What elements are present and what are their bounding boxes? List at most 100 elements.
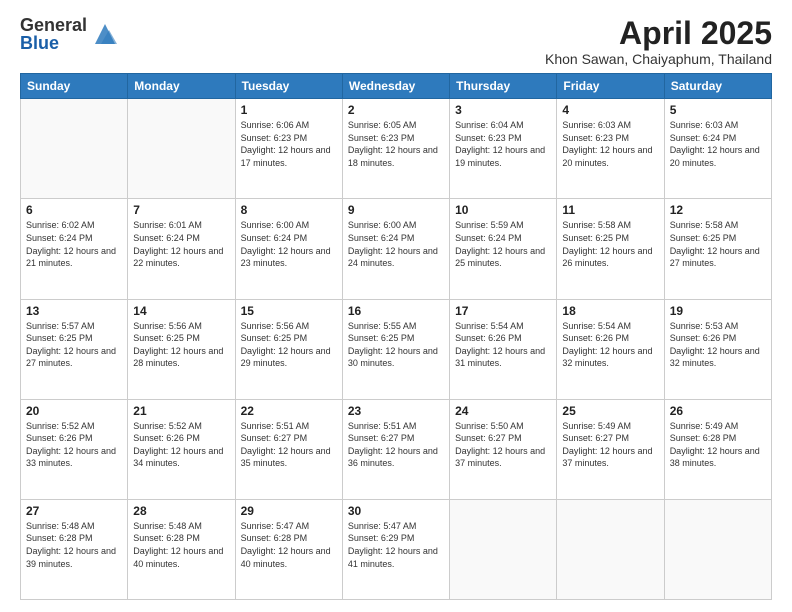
calendar-cell: 30 Sunrise: 5:47 AM Sunset: 6:29 PM Dayli… bbox=[342, 499, 449, 599]
day-number: 7 bbox=[133, 203, 229, 217]
day-info: Sunrise: 5:48 AM Sunset: 6:28 PM Dayligh… bbox=[133, 520, 229, 570]
day-info: Sunrise: 5:48 AM Sunset: 6:28 PM Dayligh… bbox=[26, 520, 122, 570]
logo-icon bbox=[91, 20, 119, 48]
calendar-cell: 28 Sunrise: 5:48 AM Sunset: 6:28 PM Dayli… bbox=[128, 499, 235, 599]
day-info: Sunrise: 5:52 AM Sunset: 6:26 PM Dayligh… bbox=[133, 420, 229, 470]
day-number: 26 bbox=[670, 404, 766, 418]
day-number: 19 bbox=[670, 304, 766, 318]
day-number: 27 bbox=[26, 504, 122, 518]
calendar-cell: 21 Sunrise: 5:52 AM Sunset: 6:26 PM Dayli… bbox=[128, 399, 235, 499]
calendar-cell bbox=[21, 99, 128, 199]
day-info: Sunrise: 5:57 AM Sunset: 6:25 PM Dayligh… bbox=[26, 320, 122, 370]
day-number: 8 bbox=[241, 203, 337, 217]
calendar-cell: 12 Sunrise: 5:58 AM Sunset: 6:25 PM Dayli… bbox=[664, 199, 771, 299]
calendar-cell: 29 Sunrise: 5:47 AM Sunset: 6:28 PM Dayli… bbox=[235, 499, 342, 599]
calendar-cell: 1Sunrise: 6:06 AM Sunset: 6:23 PM Daylig… bbox=[235, 99, 342, 199]
day-number: 12 bbox=[670, 203, 766, 217]
day-number: 16 bbox=[348, 304, 444, 318]
calendar-cell: 25 Sunrise: 5:49 AM Sunset: 6:27 PM Dayli… bbox=[557, 399, 664, 499]
day-info: Sunrise: 5:51 AM Sunset: 6:27 PM Dayligh… bbox=[348, 420, 444, 470]
calendar-cell: 19 Sunrise: 5:53 AM Sunset: 6:26 PM Dayli… bbox=[664, 299, 771, 399]
day-info: Sunrise: 5:55 AM Sunset: 6:25 PM Dayligh… bbox=[348, 320, 444, 370]
day-number: 30 bbox=[348, 504, 444, 518]
day-info: Sunrise: 6:01 AM Sunset: 6:24 PM Dayligh… bbox=[133, 219, 229, 269]
day-number: 2 bbox=[348, 103, 444, 117]
calendar-cell: 11 Sunrise: 5:58 AM Sunset: 6:25 PM Dayli… bbox=[557, 199, 664, 299]
day-number: 20 bbox=[26, 404, 122, 418]
calendar-cell: 17Sunrise: 5:54 AM Sunset: 6:26 PM Dayli… bbox=[450, 299, 557, 399]
day-info: Sunrise: 5:49 AM Sunset: 6:27 PM Dayligh… bbox=[562, 420, 658, 470]
day-info: Sunrise: 5:54 AM Sunset: 6:26 PM Dayligh… bbox=[455, 320, 551, 370]
calendar-week-2: 13 Sunrise: 5:57 AM Sunset: 6:25 PM Dayli… bbox=[21, 299, 772, 399]
day-number: 21 bbox=[133, 404, 229, 418]
calendar-cell bbox=[557, 499, 664, 599]
calendar-cell: 27 Sunrise: 5:48 AM Sunset: 6:28 PM Dayli… bbox=[21, 499, 128, 599]
logo-blue: Blue bbox=[20, 34, 87, 52]
calendar-table: Sunday Monday Tuesday Wednesday Thursday… bbox=[20, 73, 772, 600]
day-info: Sunrise: 5:47 AM Sunset: 6:28 PM Dayligh… bbox=[241, 520, 337, 570]
day-number: 22 bbox=[241, 404, 337, 418]
day-number: 15 bbox=[241, 304, 337, 318]
calendar-cell: 8Sunrise: 6:00 AM Sunset: 6:24 PM Daylig… bbox=[235, 199, 342, 299]
calendar-cell: 20Sunrise: 5:52 AM Sunset: 6:26 PM Dayli… bbox=[21, 399, 128, 499]
day-info: Sunrise: 6:03 AM Sunset: 6:24 PM Dayligh… bbox=[670, 119, 766, 169]
calendar-cell: 2Sunrise: 6:05 AM Sunset: 6:23 PM Daylig… bbox=[342, 99, 449, 199]
col-tuesday: Tuesday bbox=[235, 74, 342, 99]
day-info: Sunrise: 5:59 AM Sunset: 6:24 PM Dayligh… bbox=[455, 219, 551, 269]
day-info: Sunrise: 5:58 AM Sunset: 6:25 PM Dayligh… bbox=[562, 219, 658, 269]
day-info: Sunrise: 5:50 AM Sunset: 6:27 PM Dayligh… bbox=[455, 420, 551, 470]
title-area: April 2025 Khon Sawan, Chaiyaphum, Thail… bbox=[545, 16, 772, 67]
calendar-cell: 24 Sunrise: 5:50 AM Sunset: 6:27 PM Dayli… bbox=[450, 399, 557, 499]
day-info: Sunrise: 5:54 AM Sunset: 6:26 PM Dayligh… bbox=[562, 320, 658, 370]
calendar-cell: 3Sunrise: 6:04 AM Sunset: 6:23 PM Daylig… bbox=[450, 99, 557, 199]
calendar-cell bbox=[128, 99, 235, 199]
day-number: 13 bbox=[26, 304, 122, 318]
day-number: 5 bbox=[670, 103, 766, 117]
logo-general: General bbox=[20, 16, 87, 34]
calendar-cell bbox=[664, 499, 771, 599]
day-info: Sunrise: 6:03 AM Sunset: 6:23 PM Dayligh… bbox=[562, 119, 658, 169]
calendar-cell: 6Sunrise: 6:02 AM Sunset: 6:24 PM Daylig… bbox=[21, 199, 128, 299]
calendar-cell: 13 Sunrise: 5:57 AM Sunset: 6:25 PM Dayli… bbox=[21, 299, 128, 399]
day-info: Sunrise: 5:58 AM Sunset: 6:25 PM Dayligh… bbox=[670, 219, 766, 269]
location: Khon Sawan, Chaiyaphum, Thailand bbox=[545, 51, 772, 67]
day-number: 3 bbox=[455, 103, 551, 117]
calendar-week-3: 20 Sunrise: 5:52 AM Sunset: 6:26 PM Dayli… bbox=[21, 399, 772, 499]
day-number: 9 bbox=[348, 203, 444, 217]
day-number: 11 bbox=[562, 203, 658, 217]
day-info: Sunrise: 5:56 AM Sunset: 6:25 PM Dayligh… bbox=[133, 320, 229, 370]
calendar-cell: 10Sunrise: 5:59 AM Sunset: 6:24 PM Dayli… bbox=[450, 199, 557, 299]
calendar-cell: 5 Sunrise: 6:03 AM Sunset: 6:24 PM Daylig… bbox=[664, 99, 771, 199]
day-number: 4 bbox=[562, 103, 658, 117]
day-info: Sunrise: 5:51 AM Sunset: 6:27 PM Dayligh… bbox=[241, 420, 337, 470]
col-friday: Friday bbox=[557, 74, 664, 99]
calendar-cell: 9 Sunrise: 6:00 AM Sunset: 6:24 PM Daylig… bbox=[342, 199, 449, 299]
calendar-cell: 18 Sunrise: 5:54 AM Sunset: 6:26 PM Dayli… bbox=[557, 299, 664, 399]
logo: General Blue bbox=[20, 16, 119, 52]
day-number: 24 bbox=[455, 404, 551, 418]
header: General Blue April 2025 Khon Sawan, Chai… bbox=[20, 16, 772, 67]
day-number: 28 bbox=[133, 504, 229, 518]
calendar-cell: 26 Sunrise: 5:49 AM Sunset: 6:28 PM Dayli… bbox=[664, 399, 771, 499]
day-number: 18 bbox=[562, 304, 658, 318]
day-info: Sunrise: 5:53 AM Sunset: 6:26 PM Dayligh… bbox=[670, 320, 766, 370]
col-saturday: Saturday bbox=[664, 74, 771, 99]
calendar-cell: 4 Sunrise: 6:03 AM Sunset: 6:23 PM Daylig… bbox=[557, 99, 664, 199]
col-sunday: Sunday bbox=[21, 74, 128, 99]
day-info: Sunrise: 5:56 AM Sunset: 6:25 PM Dayligh… bbox=[241, 320, 337, 370]
calendar-cell: 14 Sunrise: 5:56 AM Sunset: 6:25 PM Dayli… bbox=[128, 299, 235, 399]
day-number: 29 bbox=[241, 504, 337, 518]
calendar-week-0: 1Sunrise: 6:06 AM Sunset: 6:23 PM Daylig… bbox=[21, 99, 772, 199]
month-title: April 2025 bbox=[545, 16, 772, 51]
day-info: Sunrise: 5:49 AM Sunset: 6:28 PM Dayligh… bbox=[670, 420, 766, 470]
logo-text: General Blue bbox=[20, 16, 87, 52]
col-thursday: Thursday bbox=[450, 74, 557, 99]
day-number: 14 bbox=[133, 304, 229, 318]
day-number: 23 bbox=[348, 404, 444, 418]
day-number: 25 bbox=[562, 404, 658, 418]
day-info: Sunrise: 5:47 AM Sunset: 6:29 PM Dayligh… bbox=[348, 520, 444, 570]
calendar-cell: 23 Sunrise: 5:51 AM Sunset: 6:27 PM Dayli… bbox=[342, 399, 449, 499]
day-info: Sunrise: 6:02 AM Sunset: 6:24 PM Dayligh… bbox=[26, 219, 122, 269]
day-info: Sunrise: 6:00 AM Sunset: 6:24 PM Dayligh… bbox=[348, 219, 444, 269]
calendar-week-4: 27 Sunrise: 5:48 AM Sunset: 6:28 PM Dayli… bbox=[21, 499, 772, 599]
